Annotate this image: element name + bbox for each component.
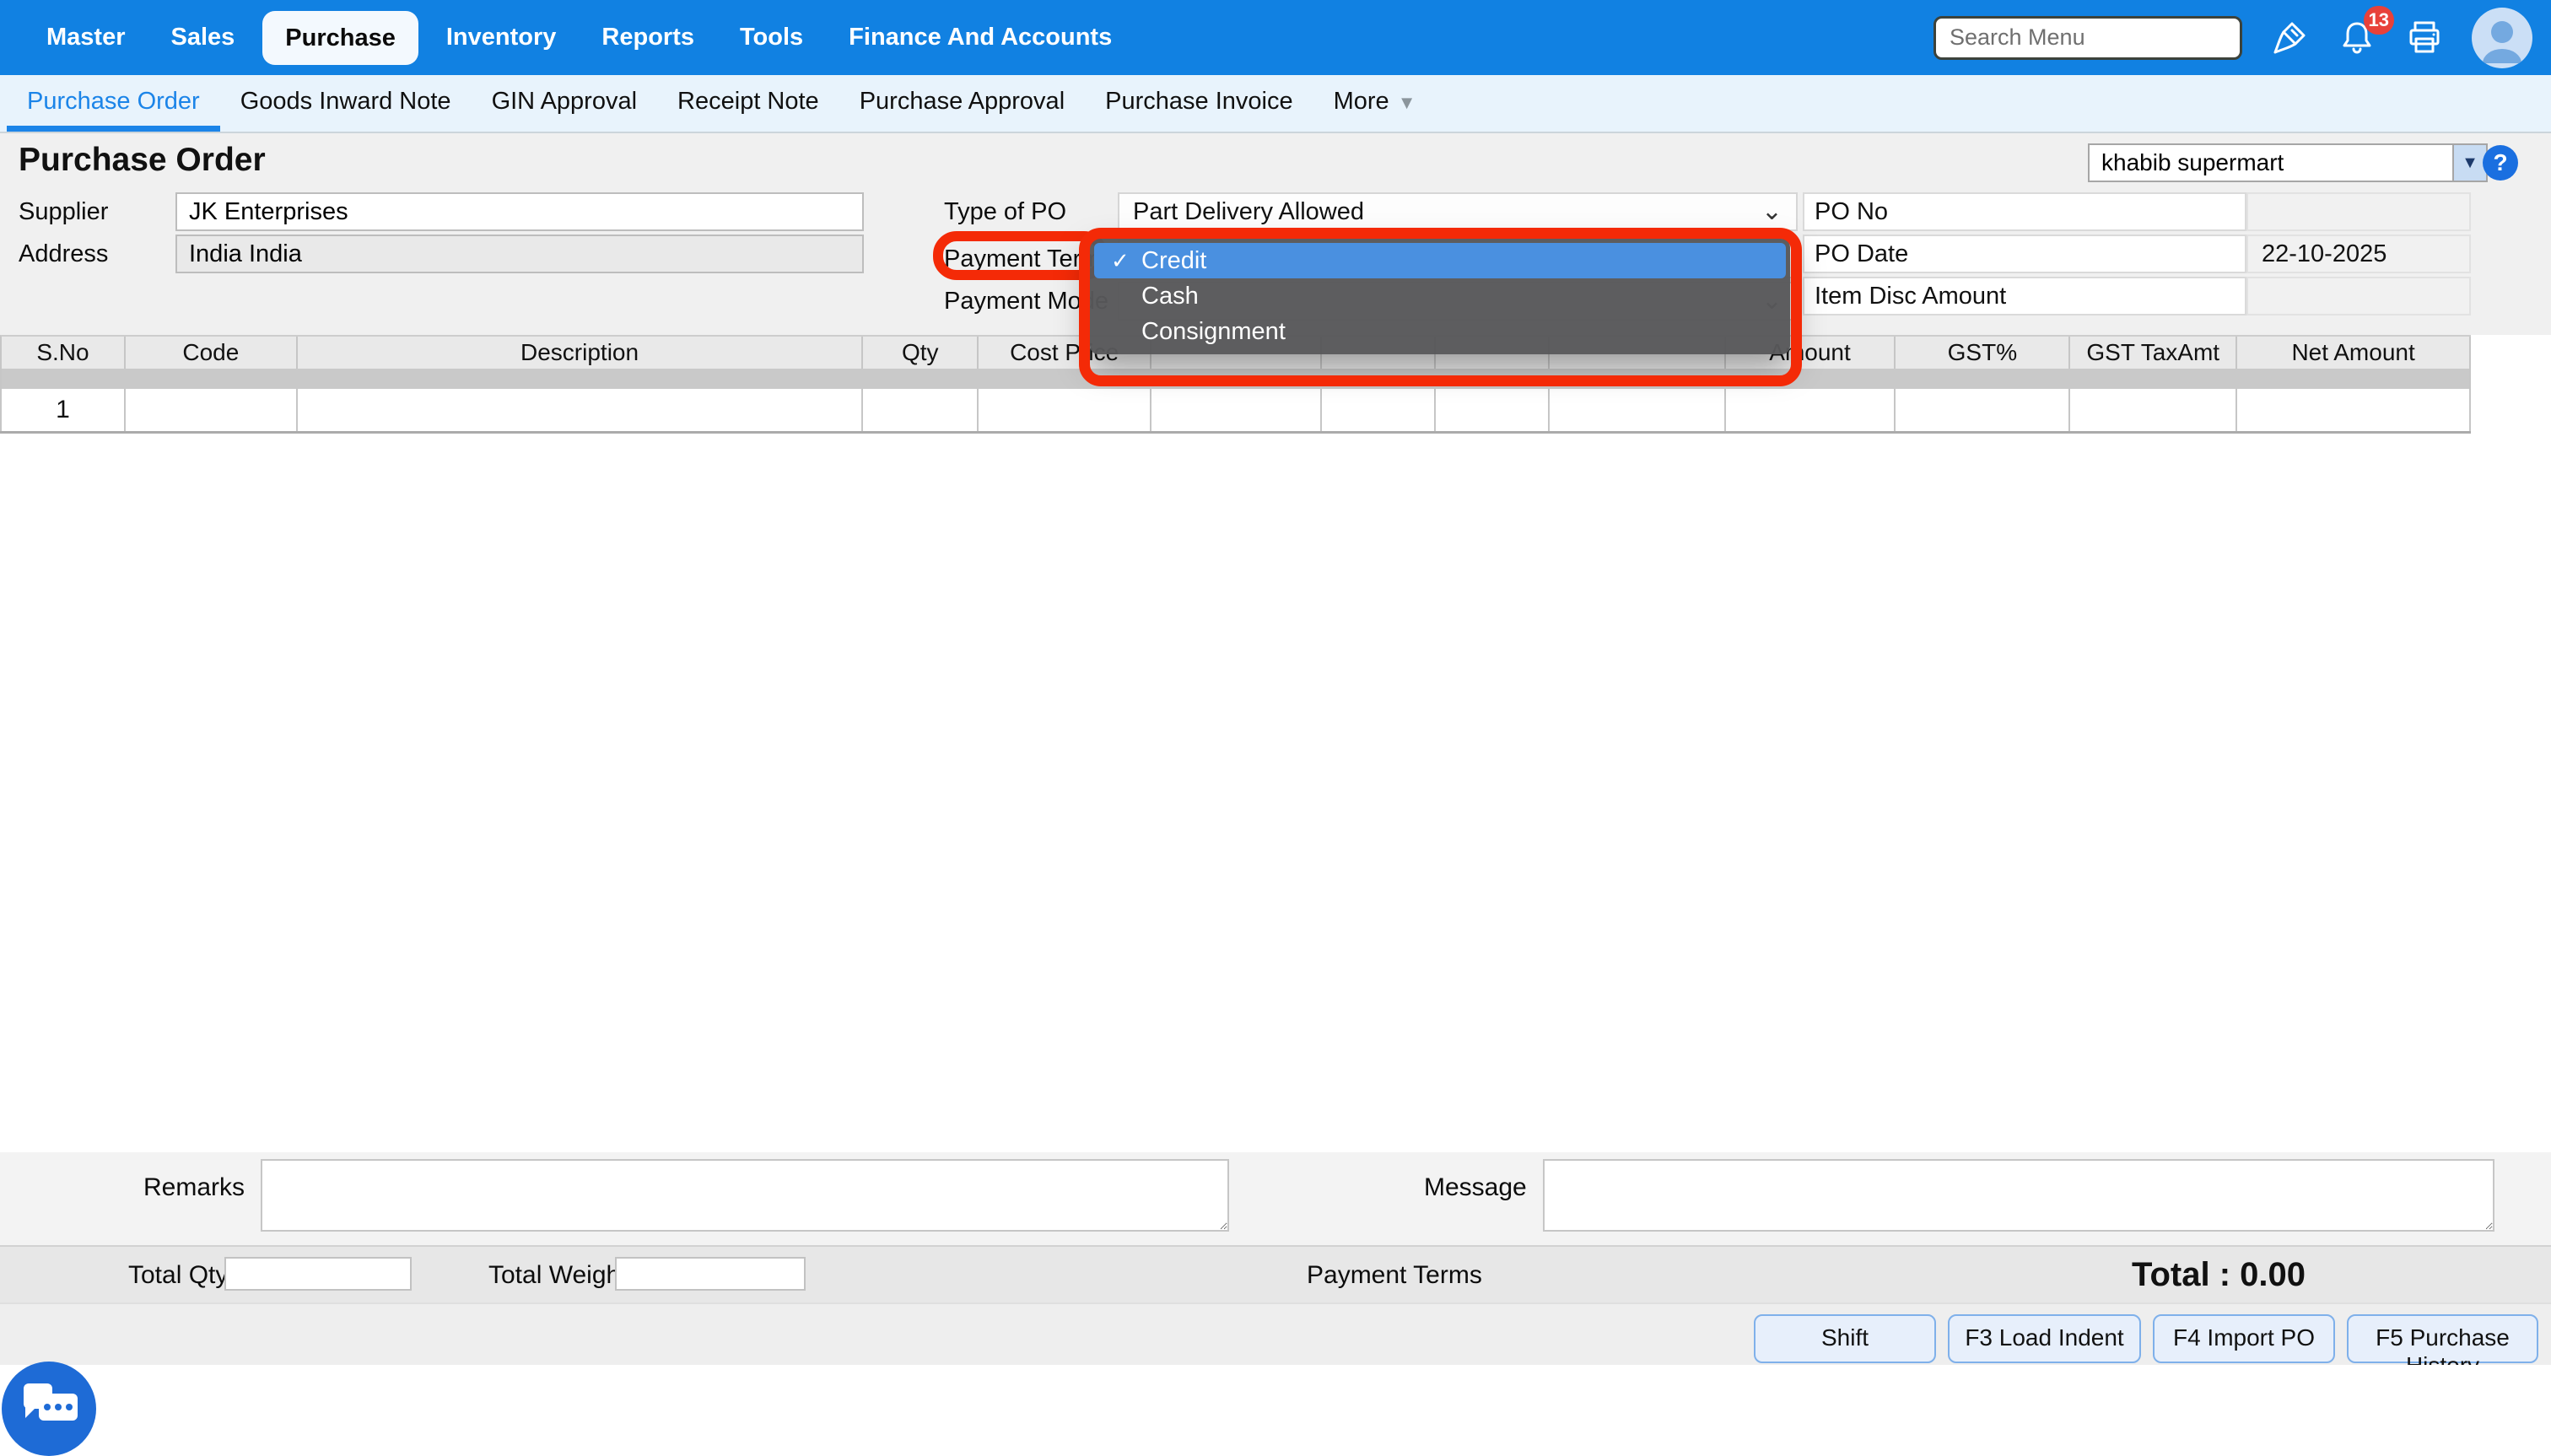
nav-item-reports[interactable]: Reports bbox=[579, 0, 717, 75]
nav-item-finance[interactable]: Finance And Accounts bbox=[826, 0, 1135, 75]
po-date-value: 22-10-2025 bbox=[2246, 235, 2471, 273]
store-selector: ▼ bbox=[2088, 143, 2488, 182]
tab-gin-approval[interactable]: GIN Approval bbox=[472, 75, 657, 132]
cell-hidden-2[interactable] bbox=[1322, 389, 1436, 431]
col-code: Code bbox=[126, 337, 298, 369]
cell-hidden-3[interactable] bbox=[1436, 389, 1550, 431]
cell-code[interactable] bbox=[126, 389, 298, 431]
actions-bar: Shift F3 Load Indent F4 Import PO F5 Pur… bbox=[0, 1302, 2551, 1365]
f5-purchase-history-button[interactable]: F5 Purchase History bbox=[2347, 1314, 2538, 1363]
po-no-value bbox=[2246, 192, 2471, 231]
po-no-label: PO No bbox=[1803, 192, 2246, 231]
cell-description[interactable] bbox=[298, 389, 864, 431]
tab-goods-inward-note[interactable]: Goods Inward Note bbox=[220, 75, 472, 132]
tab-more-label: More bbox=[1334, 88, 1389, 115]
nav-item-tools[interactable]: Tools bbox=[717, 0, 826, 75]
printer-icon[interactable] bbox=[2404, 18, 2445, 58]
chevron-down-icon: ▼ bbox=[1398, 92, 1416, 113]
menu-option-label: Consignment bbox=[1141, 318, 1286, 346]
shift-button[interactable]: Shift bbox=[1754, 1314, 1936, 1363]
f3-load-indent-button[interactable]: F3 Load Indent bbox=[1948, 1314, 2141, 1363]
page-title: Purchase Order bbox=[19, 142, 266, 179]
cell-gst-pct[interactable] bbox=[1896, 389, 2070, 431]
item-disc-amount-value bbox=[2246, 277, 2471, 315]
col-gst-pct: GST% bbox=[1896, 337, 2070, 369]
cell-hidden-1[interactable] bbox=[1151, 389, 1322, 431]
chat-icon[interactable] bbox=[2, 1362, 96, 1456]
payment-terms-dropdown-menu: ✓ Credit Cash Consignment bbox=[1090, 239, 1790, 354]
footer-spacer bbox=[0, 1365, 2551, 1410]
address-input bbox=[175, 235, 864, 273]
type-of-po-select[interactable]: Part Delivery Allowed ⌄ bbox=[1118, 192, 1798, 231]
total-weight-label: Total Weight bbox=[488, 1259, 628, 1292]
tab-purchase-approval[interactable]: Purchase Approval bbox=[839, 75, 1085, 132]
total-weight-input[interactable] bbox=[615, 1257, 806, 1291]
type-of-po-value: Part Delivery Allowed bbox=[1133, 198, 1364, 226]
nav-right-controls: 13 bbox=[1933, 8, 2551, 68]
nav-item-sales[interactable]: Sales bbox=[148, 0, 258, 75]
address-label: Address bbox=[19, 235, 108, 273]
menu-option-label: Credit bbox=[1141, 247, 1206, 275]
bell-icon[interactable]: 13 bbox=[2337, 18, 2377, 58]
table-row: 1 bbox=[0, 389, 2471, 431]
purchase-tab-bar: Purchase Order Goods Inward Note GIN App… bbox=[0, 75, 2551, 132]
table-filter-row bbox=[0, 369, 2471, 389]
search-input[interactable] bbox=[1933, 16, 2242, 60]
menu-option-label: Cash bbox=[1141, 283, 1199, 310]
remarks-textarea[interactable] bbox=[261, 1159, 1229, 1232]
table-bottom-border bbox=[0, 431, 2471, 434]
payment-mode-label: Payment Mode bbox=[944, 282, 1108, 321]
tab-receipt-note[interactable]: Receipt Note bbox=[657, 75, 839, 132]
col-description: Description bbox=[298, 337, 864, 369]
nav-item-master[interactable]: Master bbox=[24, 0, 148, 75]
po-date-label: PO Date bbox=[1803, 235, 2246, 273]
cell-cost-price[interactable] bbox=[979, 389, 1151, 431]
cell-sno: 1 bbox=[2, 389, 126, 431]
col-sno: S.No bbox=[2, 337, 126, 369]
tab-purchase-invoice[interactable]: Purchase Invoice bbox=[1085, 75, 1313, 132]
top-nav: Master Sales Purchase Inventory Reports … bbox=[0, 0, 2551, 75]
cell-hidden-4[interactable] bbox=[1550, 389, 1726, 431]
total-qty-input[interactable] bbox=[224, 1257, 412, 1291]
nav-item-inventory[interactable]: Inventory bbox=[423, 0, 580, 75]
cell-gst-taxamt[interactable] bbox=[2070, 389, 2237, 431]
cell-net-amount[interactable] bbox=[2237, 389, 2471, 431]
f4-import-po-button[interactable]: F4 Import PO bbox=[2153, 1314, 2335, 1363]
menu-option-consignment[interactable]: Consignment bbox=[1094, 314, 1786, 349]
supplier-label: Supplier bbox=[19, 192, 108, 231]
totals-bar: Total Qty Total Weight Payment Terms Tot… bbox=[0, 1245, 2551, 1302]
total-qty-label: Total Qty bbox=[128, 1259, 228, 1292]
nav-item-purchase[interactable]: Purchase bbox=[262, 11, 418, 65]
type-of-po-label: Type of PO bbox=[944, 192, 1066, 231]
chevron-down-icon: ⌄ bbox=[1761, 199, 1782, 224]
payment-terms-label: Payment Terms bbox=[944, 240, 1114, 278]
payment-terms-footer-label: Payment Terms bbox=[1307, 1259, 1482, 1292]
item-disc-amount-label: Item Disc Amount bbox=[1803, 277, 2246, 315]
col-qty: Qty bbox=[863, 337, 979, 369]
main-menu: Master Sales Purchase Inventory Reports … bbox=[0, 0, 1135, 75]
remarks-label: Remarks bbox=[143, 1171, 245, 1205]
menu-option-credit[interactable]: ✓ Credit bbox=[1094, 243, 1786, 278]
menu-option-cash[interactable]: Cash bbox=[1094, 278, 1786, 314]
store-selector-input[interactable] bbox=[2088, 143, 2454, 182]
help-icon[interactable]: ? bbox=[2483, 145, 2518, 181]
user-avatar[interactable] bbox=[2472, 8, 2532, 68]
grand-total: Total : 0.00 bbox=[2132, 1247, 2306, 1302]
notification-badge: 13 bbox=[2364, 6, 2394, 35]
tab-purchase-order[interactable]: Purchase Order bbox=[7, 75, 220, 132]
message-label: Message bbox=[1424, 1171, 1527, 1205]
cell-amount[interactable] bbox=[1726, 389, 1896, 431]
tab-more[interactable]: More ▼ bbox=[1313, 75, 1437, 132]
col-net-amount: Net Amount bbox=[2237, 337, 2471, 369]
chat-bubble-front bbox=[39, 1394, 78, 1421]
supplier-input[interactable] bbox=[175, 192, 864, 231]
check-icon: ✓ bbox=[1111, 248, 1141, 274]
col-gst-taxamt: GST TaxAmt bbox=[2070, 337, 2237, 369]
remarks-section: Remarks Message bbox=[0, 1152, 2551, 1245]
cell-qty[interactable] bbox=[863, 389, 979, 431]
message-textarea[interactable] bbox=[1543, 1159, 2494, 1232]
brush-icon[interactable] bbox=[2269, 18, 2310, 58]
